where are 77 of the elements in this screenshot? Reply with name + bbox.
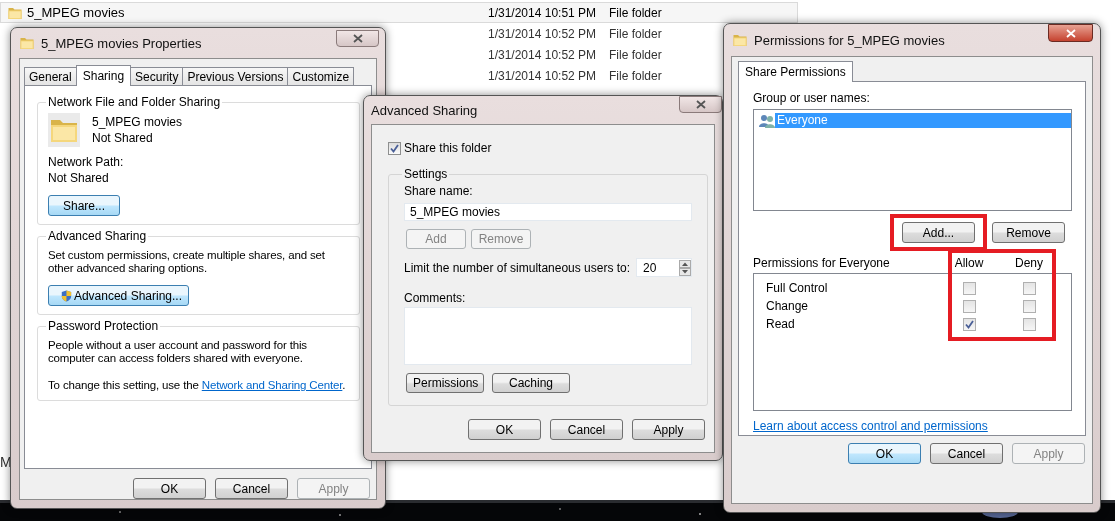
share-status: Not Shared (92, 131, 154, 145)
close-icon (352, 34, 363, 43)
checkbox[interactable] (962, 299, 976, 313)
close-button[interactable] (336, 30, 379, 47)
description: Set custom permissions, create multiple shares, and set other advanced sharing options. (48, 249, 326, 275)
settings-button[interactable]: Permissions (406, 373, 484, 393)
instruction-text: To change this setting, use the Network and Sharing Center. (48, 379, 346, 392)
tab[interactable]: Share Permissions (738, 61, 853, 82)
file-type: File folder (609, 47, 663, 62)
dialog-button[interactable]: Apply (632, 419, 705, 440)
column-header: Deny (1014, 256, 1044, 270)
tab[interactable]: Customize (287, 67, 355, 85)
share-button[interactable]: Share... (48, 195, 120, 216)
dialog-button[interactable]: Cancel (550, 419, 623, 440)
tab[interactable]: General (24, 67, 77, 85)
file-type: File folder (609, 26, 663, 41)
dialog-button[interactable]: OK (133, 478, 206, 499)
column-header: Allow (953, 256, 985, 270)
date-modified: 1/31/2014 10:51 PM (488, 5, 598, 20)
tab[interactable]: Sharing (75, 65, 132, 86)
field-label: Comments: (404, 291, 466, 305)
share-name-field[interactable]: 5_MPEG movies (404, 203, 692, 221)
window-title: Advanced Sharing (371, 102, 478, 118)
close-button[interactable] (679, 96, 722, 113)
dialog-button[interactable]: OK (468, 419, 541, 440)
network-path: Not Shared (48, 171, 110, 185)
close-button[interactable] (1048, 24, 1093, 42)
folder-picture-icon (48, 113, 80, 147)
group-title: Network File and Folder Sharing (48, 95, 221, 109)
folder-name: 5_MPEG movies (92, 115, 183, 129)
list-button[interactable]: Remove (992, 222, 1065, 243)
date-modified: 1/31/2014 10:52 PM (488, 68, 598, 83)
file-name: 5_MPEG movies (27, 5, 125, 20)
group-title: Settings (404, 167, 448, 181)
file-type: File folder (609, 5, 663, 20)
window-title: 5_MPEG movies Properties (41, 35, 202, 51)
file-type: File folder (609, 68, 663, 83)
link[interactable]: Learn about access control and permissions (753, 419, 988, 433)
list-label: Permissions for Everyone (753, 256, 891, 270)
advanced-sharing-button[interactable]: Advanced Sharing... (48, 285, 189, 306)
comments-field[interactable] (404, 307, 692, 365)
checkbox[interactable] (1022, 317, 1036, 331)
checkbox[interactable] (962, 317, 976, 331)
dialog-button[interactable]: Cancel (215, 478, 288, 499)
spin-arrows-icon (679, 259, 691, 276)
list-button[interactable]: Add... (902, 222, 975, 243)
group-title: Advanced Sharing (48, 229, 147, 243)
checkbox[interactable] (388, 141, 401, 155)
list-label: Group or user names: (753, 91, 871, 105)
permission-name: Full Control (766, 281, 829, 295)
group-title: Password Protection (48, 319, 159, 333)
field-label: Share name: (404, 184, 473, 198)
window-title: Permissions for 5_MPEG movies (754, 32, 945, 48)
link[interactable]: Network and Sharing Center (201, 379, 343, 391)
settings-button[interactable]: Caching (492, 373, 570, 393)
description: People without a user account and password for this computer can access folders shared with everyone. (48, 339, 308, 365)
tab[interactable]: Previous Versions (182, 67, 289, 85)
dialog-button[interactable]: OK (848, 443, 921, 464)
checkbox-label: Share this folder (404, 141, 492, 155)
date-modified: 1/31/2014 10:52 PM (488, 47, 598, 62)
checkbox[interactable] (1022, 281, 1036, 295)
users-icon (759, 113, 775, 128)
tab[interactable]: Security (130, 67, 184, 85)
checkbox[interactable] (962, 281, 976, 295)
checkbox[interactable] (1022, 299, 1036, 313)
permission-name: Change (766, 299, 810, 313)
close-icon (1065, 28, 1076, 38)
network-path-label: Network Path: (48, 155, 124, 169)
field-label: Limit the number of simultaneous users to: (404, 260, 631, 275)
folder-icon (732, 32, 748, 48)
file-row[interactable]: 5_MPEG movies 1/31/2014 10:51 PM File folder (0, 2, 798, 23)
permission-name: Read (766, 317, 796, 331)
number-spinner[interactable]: 20 (636, 258, 692, 277)
date-modified: 1/31/2014 10:52 PM (488, 26, 598, 41)
dialog-button[interactable]: Cancel (930, 443, 1003, 464)
folder-icon (19, 35, 35, 51)
close-icon (695, 100, 706, 109)
